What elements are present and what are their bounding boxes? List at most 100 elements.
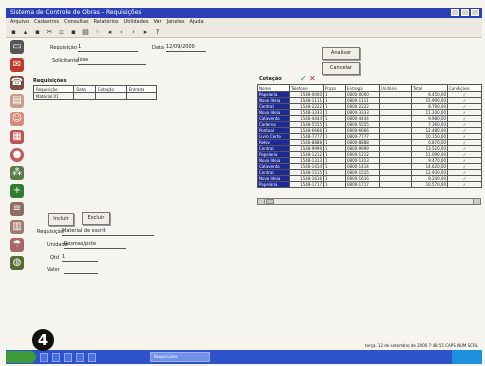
analisar-button[interactable]: Analisar: [322, 47, 360, 60]
requisicoes-table: Requisição Data Cotação Entrada Material…: [32, 85, 158, 100]
quicklaunch-icon[interactable]: [76, 352, 84, 362]
mail-icon[interactable]: ✉: [10, 58, 24, 72]
help-icon[interactable]: ?: [154, 28, 161, 36]
qtd-field[interactable]: 1: [62, 254, 98, 262]
table-cell[interactable]: 10.570,00: [411, 181, 448, 188]
excluir-button[interactable]: Excluir: [82, 212, 110, 225]
window-title-bar: Sistema de Controle de Obras - Requisiçõ…: [6, 8, 482, 18]
table-cell[interactable]: Papelaria: [257, 181, 290, 188]
menu-arquivo[interactable]: Arquivo: [10, 18, 29, 27]
last-icon[interactable]: ▸: [142, 28, 149, 36]
table-row[interactable]: Papelaria 1548-1717 1 0800-1717 10.570,00 ✓: [257, 181, 482, 188]
cotacao-table: Nome Telefone Prazo Entrega Unitário Total Con…: [257, 84, 482, 188]
taskbar: Requisições: [6, 350, 482, 364]
save-icon[interactable]: ▪: [34, 28, 41, 36]
column-header[interactable]: Prazo: [323, 84, 346, 92]
maximize-button[interactable]: [461, 9, 469, 16]
calendar-icon[interactable]: ▦: [10, 130, 24, 144]
copy-icon[interactable]: ▫: [58, 28, 65, 36]
table-row[interactable]: Material 01: [32, 92, 158, 100]
network-icon[interactable]: ⁂: [10, 166, 24, 180]
table-cell[interactable]: Material 01: [32, 92, 75, 100]
scrollbar-thumb[interactable]: [266, 199, 274, 204]
next-icon[interactable]: ›: [130, 28, 137, 36]
menu-consultas[interactable]: Consultas: [64, 18, 89, 27]
unidade-field[interactable]: Resmas/pcte: [64, 241, 126, 249]
minimize-button[interactable]: [451, 9, 459, 16]
column-header[interactable]: Condições: [447, 84, 482, 92]
table-cell[interactable]: 1: [323, 181, 346, 188]
table-cell[interactable]: [94, 92, 127, 100]
menu-utilidades[interactable]: Utilidades: [124, 18, 149, 27]
taskbar-app-button[interactable]: Requisições: [150, 352, 210, 362]
scroll-right-button[interactable]: [473, 199, 480, 204]
menu-janelas[interactable]: Janelas: [167, 18, 185, 27]
print-icon[interactable]: ▤: [82, 28, 89, 36]
folder-icon[interactable]: ▭: [10, 40, 24, 54]
solicitante-field[interactable]: Jose: [78, 57, 146, 65]
menu-cadastros[interactable]: Cadastros: [34, 18, 59, 27]
valor-field[interactable]: [64, 266, 98, 274]
scroll-left-button[interactable]: [258, 199, 265, 204]
plus-icon[interactable]: +: [10, 184, 24, 198]
window-title: Sistema de Controle de Obras - Requisiçõ…: [10, 9, 142, 16]
umbrella-icon[interactable]: ☂: [10, 238, 24, 252]
column-header[interactable]: Entrada: [125, 85, 158, 93]
menu-ver[interactable]: Ver: [153, 18, 161, 27]
table-cell[interactable]: [379, 181, 412, 188]
horizontal-scrollbar[interactable]: [257, 198, 481, 205]
globe-icon[interactable]: ◍: [10, 256, 24, 270]
find-icon[interactable]: ◦: [94, 28, 101, 36]
prev-icon[interactable]: ‹: [118, 28, 125, 36]
user-icon[interactable]: ☺: [10, 112, 24, 126]
step-number-badge: 4: [32, 329, 54, 351]
column-header[interactable]: Entrega: [345, 84, 380, 92]
detail-requisicao-label: Requisição: [37, 229, 64, 235]
quicklaunch-icon[interactable]: [40, 352, 48, 362]
cut-icon[interactable]: ✂: [46, 28, 53, 36]
table-cell[interactable]: [73, 92, 96, 100]
document-icon[interactable]: ▤: [10, 94, 24, 108]
table-cell[interactable]: 1548-1717: [289, 181, 324, 188]
qtd-label: Qtd: [50, 255, 60, 261]
quicklaunch-icon[interactable]: [88, 352, 96, 362]
delete-icon[interactable]: ✕: [309, 74, 316, 83]
stack-icon[interactable]: ≡: [10, 202, 24, 216]
column-header[interactable]: Requisição: [32, 85, 75, 93]
first-icon[interactable]: ◂: [106, 28, 113, 36]
left-sidebar: ▭ ✉ ☎ ▤ ☺ ▦ ● ⁂ + ≡ ▥ ☂ ◍: [6, 40, 28, 280]
solicitante-label: Solicitante: [52, 58, 79, 64]
book-icon[interactable]: ▥: [10, 220, 24, 234]
column-header[interactable]: Unitário: [379, 84, 412, 92]
table-cell[interactable]: [125, 92, 158, 100]
column-header[interactable]: Total: [411, 84, 448, 92]
menu-ajuda[interactable]: Ajuda: [189, 18, 203, 27]
incluir-button[interactable]: Incluir: [48, 213, 74, 226]
detail-requisicao-field[interactable]: Material de escrit: [62, 228, 154, 236]
data-field[interactable]: 12/09/2000: [166, 44, 206, 52]
column-header[interactable]: Telefone: [289, 84, 324, 92]
quicklaunch-icon[interactable]: [52, 352, 60, 362]
open-icon[interactable]: ▴: [22, 28, 29, 36]
status-bar: terça, 12 de setembro de 2000 7:48:55 CA…: [365, 343, 478, 348]
system-tray: [452, 350, 482, 364]
menu-bar: Arquivo Cadastros Consultas Relatórios U…: [6, 18, 482, 27]
column-header[interactable]: Data: [73, 85, 96, 93]
cotacao-title: Cotação: [259, 76, 282, 82]
toolbar: ▪ ▴ ▪ ✂ ▫ ▪ ▤ ◦ ◂ ‹ › ▸ ?: [6, 27, 482, 38]
requisicao-field[interactable]: 1: [78, 44, 138, 52]
check-icon[interactable]: ✓: [300, 74, 307, 83]
new-icon[interactable]: ▪: [10, 28, 17, 36]
paste-icon[interactable]: ▪: [70, 28, 77, 36]
cancelar-button[interactable]: Cancelar: [322, 62, 360, 75]
close-button[interactable]: [471, 9, 479, 16]
column-header[interactable]: Nome: [257, 84, 290, 92]
start-button[interactable]: [6, 351, 36, 363]
column-header[interactable]: Cotação: [94, 85, 127, 93]
chart-icon[interactable]: ●: [10, 148, 24, 162]
table-cell[interactable]: 0800-1717: [345, 181, 380, 188]
quicklaunch-icon[interactable]: [64, 352, 72, 362]
table-cell[interactable]: ✓: [447, 181, 482, 188]
phone-icon[interactable]: ☎: [10, 76, 24, 90]
menu-relatorios[interactable]: Relatórios: [94, 18, 119, 27]
